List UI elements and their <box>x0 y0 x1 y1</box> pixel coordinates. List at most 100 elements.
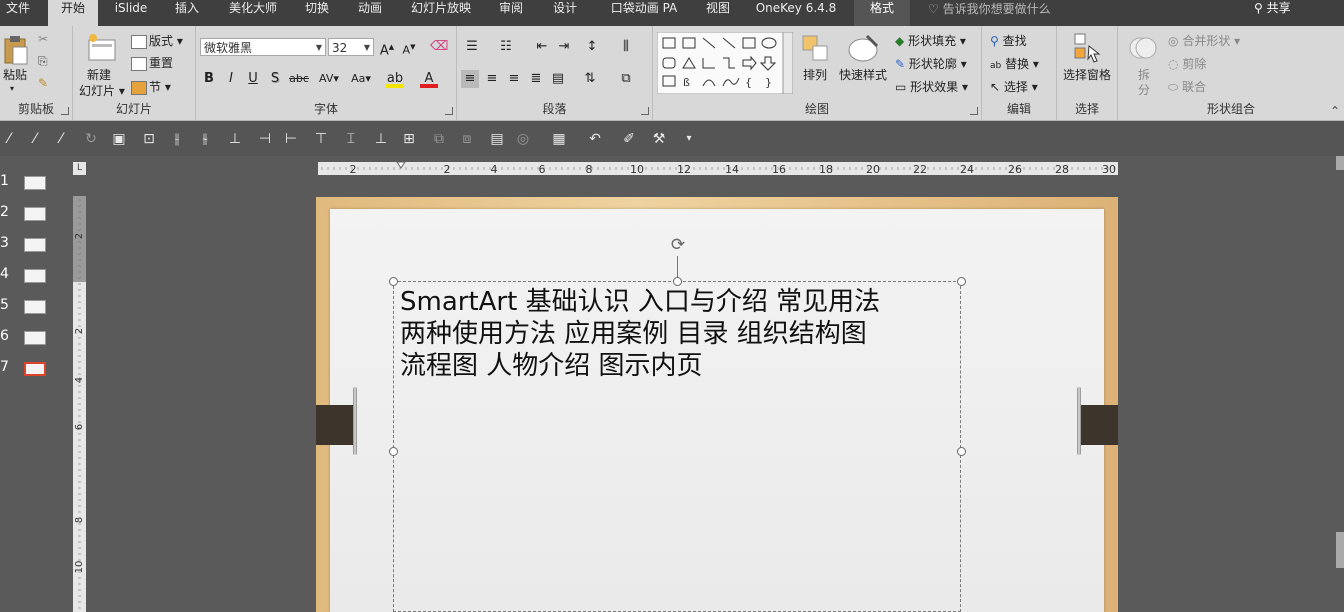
numbering-icon[interactable]: ☷ <box>497 38 515 56</box>
find-button[interactable]: ⚲ 查找 <box>990 32 1027 49</box>
align-left-icon[interactable]: ≡ <box>461 70 479 88</box>
slide-thumbnail-1[interactable] <box>24 176 46 190</box>
save-icon[interactable]: ▣ <box>110 130 128 148</box>
align-left-icon[interactable]: ⊢ <box>282 130 300 148</box>
align-bottom-icon[interactable]: ⊥ <box>372 130 390 148</box>
clear-format-icon[interactable]: ⌫ <box>430 38 448 56</box>
slide-thumbnail-2[interactable] <box>24 207 46 221</box>
merge-icon[interactable]: ◎ <box>514 130 532 148</box>
paste-dropdown[interactable]: ▾ <box>10 84 14 93</box>
highlight-color-icon[interactable]: ab <box>386 70 404 88</box>
resize-handle-right[interactable] <box>957 447 966 456</box>
distribute-icon[interactable]: ⊥ <box>226 130 244 148</box>
replace-button[interactable]: ab 替换 ▾ <box>990 55 1039 72</box>
tell-me-box[interactable]: ♡ 告诉我你想要做什么 <box>928 0 1051 20</box>
font-name-combo[interactable]: 微软雅黑 ▼ <box>200 38 326 56</box>
merge-shapes-button[interactable]: ◎ 合并形状 ▾ <box>1168 32 1240 49</box>
scroll-up-button[interactable] <box>1336 156 1344 170</box>
slide-text-line-2[interactable]: 两种使用方法 应用案例 目录 组织结构图 <box>400 318 867 350</box>
drawing-launcher[interactable] <box>970 107 978 115</box>
ungroup-icon[interactable]: ⧉ <box>430 130 448 148</box>
paste-button[interactable]: 粘贴 <box>2 66 28 83</box>
customize-toolbar-icon[interactable]: ▾ <box>680 130 698 148</box>
shape-fill-button[interactable]: ◆ 形状填充 ▾ <box>895 32 966 49</box>
refresh-icon[interactable]: ↻ <box>82 130 100 148</box>
strikethrough-button[interactable]: abc <box>286 70 312 88</box>
save-as-icon[interactable]: ⊡ <box>140 130 158 148</box>
align-middle-icon[interactable]: ⫳ <box>196 130 214 148</box>
subtract-button[interactable]: ◌ 剪除 <box>1168 55 1206 72</box>
slide-thumbnail-6[interactable] <box>24 331 46 345</box>
layout-button[interactable]: 版式 ▾ <box>131 32 183 49</box>
copy-icon[interactable]: ⎘ <box>38 54 48 69</box>
format-painter-icon[interactable]: ✎ <box>38 76 48 90</box>
paragraph-launcher[interactable] <box>641 107 649 115</box>
tab-review[interactable]: 审阅 <box>486 0 536 26</box>
tab-home[interactable]: 开始 <box>48 0 98 26</box>
clipboard-launcher[interactable] <box>61 107 69 115</box>
underline-button[interactable]: U <box>244 70 262 88</box>
eyedropper-icon[interactable]: ⁄ <box>0 130 18 148</box>
vertical-scrollbar[interactable] <box>1336 156 1344 612</box>
tab-onekey[interactable]: OneKey 6.4.8 <box>750 0 842 26</box>
slide-text-line-3[interactable]: 流程图 人物介绍 图示内页 <box>400 350 703 382</box>
columns-icon[interactable]: ⫼ <box>617 38 635 56</box>
tab-beautify-master[interactable]: 美化大师 <box>218 0 288 26</box>
align-center-icon[interactable]: ⫲ <box>168 130 186 148</box>
undo-icon[interactable]: ↶ <box>586 130 604 148</box>
tab-pocket-animation[interactable]: 口袋动画 PA <box>602 0 686 26</box>
collapse-ribbon-icon[interactable]: ⌃ <box>1330 104 1340 118</box>
shadow-button[interactable]: S <box>266 70 284 88</box>
tab-insert[interactable]: 插入 <box>162 0 212 26</box>
tab-format[interactable]: 格式 <box>854 0 910 26</box>
shrink-font-icon[interactable]: A▼ <box>400 38 418 57</box>
slide-thumbnail-5[interactable] <box>24 300 46 314</box>
format-painter-icon[interactable]: ✐ <box>620 130 638 148</box>
decrease-indent-icon[interactable]: ⇤ <box>533 38 551 56</box>
slide-thumbnail-7[interactable] <box>24 362 46 376</box>
font-color-icon[interactable]: A <box>420 70 438 88</box>
resize-handle-top-right[interactable] <box>957 277 966 286</box>
smartart-convert-icon[interactable]: ⧉ <box>617 70 635 88</box>
rotate-icon[interactable]: ⟳ <box>669 236 687 254</box>
scrollbar-thumb[interactable] <box>1336 532 1344 568</box>
tab-design[interactable]: 设计 <box>540 0 590 26</box>
justify-icon[interactable]: ≣ <box>527 70 545 88</box>
cut-icon[interactable]: ✂ <box>38 32 48 46</box>
reset-button[interactable]: 重置 <box>131 54 173 71</box>
resize-handle-left[interactable] <box>389 447 398 456</box>
arrange-button[interactable]: 排列 <box>803 66 827 83</box>
bold-button[interactable]: B <box>200 70 218 88</box>
tab-slideshow[interactable]: 幻灯片放映 <box>404 0 478 26</box>
bullets-icon[interactable]: ☰ <box>463 38 481 56</box>
align-right-icon[interactable]: ≡ <box>505 70 523 88</box>
tab-file[interactable]: 文件 <box>0 0 36 26</box>
split-button-2[interactable]: 分 <box>1138 81 1150 98</box>
distributed-icon[interactable]: ▤ <box>549 70 567 88</box>
shape-outline-button[interactable]: ✎ 形状轮廓 ▾ <box>895 55 967 72</box>
ruler-corner-tab[interactable]: L <box>73 162 86 175</box>
combine-button[interactable]: ⬭ 联合 <box>1168 78 1206 95</box>
selection-pane-button[interactable]: 选择窗格 <box>1063 66 1111 83</box>
tab-view[interactable]: 视图 <box>694 0 742 26</box>
font-size-combo[interactable]: 32 ▼ <box>328 38 374 56</box>
tab-animations[interactable]: 动画 <box>345 0 395 26</box>
share-button[interactable]: ⚲ 共享 <box>1254 0 1291 20</box>
resize-handle-top[interactable] <box>673 277 682 286</box>
slide-text-line-1[interactable]: SmartArt 基础认识 入口与介绍 常见用法 <box>400 286 880 318</box>
slide-thumbnail-4[interactable] <box>24 269 46 283</box>
select-button[interactable]: ↖ 选择 ▾ <box>990 78 1038 95</box>
italic-button[interactable]: I <box>222 70 240 88</box>
tab-islide[interactable]: iSlide <box>106 0 156 26</box>
text-direction-icon[interactable]: ⇅ <box>581 70 599 88</box>
align-top-icon[interactable]: ⊤ <box>312 130 330 148</box>
new-slide-label[interactable]: 新建 <box>87 66 111 83</box>
regroup-icon[interactable]: ⧈ <box>458 130 476 148</box>
align-center-icon[interactable]: ≡ <box>483 70 501 88</box>
change-case-button[interactable]: Aa▾ <box>346 70 376 88</box>
resize-handle-top-left[interactable] <box>389 277 398 286</box>
tab-transitions[interactable]: 切换 <box>292 0 342 26</box>
eyedropper-icon[interactable]: ⁄ <box>52 130 70 148</box>
shapes-gallery[interactable]: ß { } <box>657 32 793 94</box>
indent-marker[interactable] <box>396 162 406 169</box>
